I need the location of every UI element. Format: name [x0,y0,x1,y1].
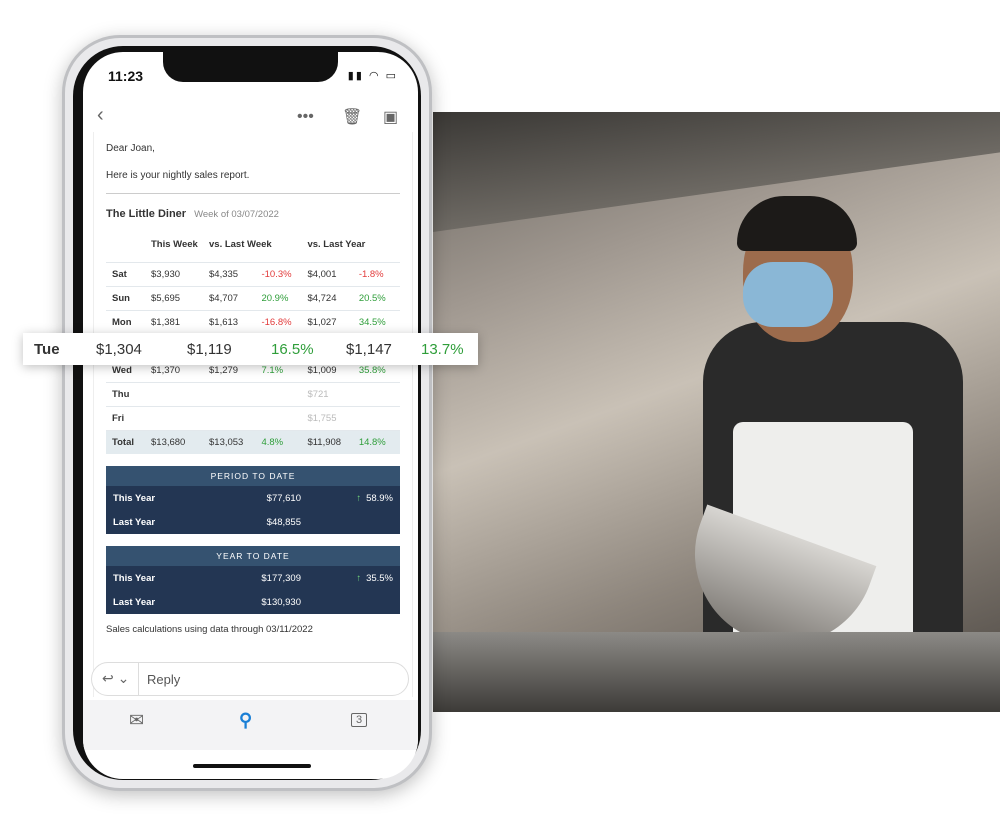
table-row: Sat $3,930 $4,335 -10.3% $4,001 -1.8% [106,261,400,286]
cell [151,381,209,406]
cell: Tue [34,340,60,358]
search-icon[interactable]: ⚲ [239,710,252,731]
back-chevron-icon[interactable]: ‹ [97,104,104,127]
cell: Sun [106,285,151,310]
cell: $1,381 [151,309,209,334]
cell: $3,930 [151,261,209,286]
cell: $721 [307,381,359,406]
reply-bar[interactable]: ↩ ⌄ Reply [91,662,409,696]
col-last-year: vs. Last Year [307,239,366,251]
trash-icon[interactable]: 🗑 [342,107,362,127]
report-title: The Little Diner Week of 03/07/2022 [106,208,400,220]
status-time: 11:23 [108,68,144,84]
cell: Mon [106,309,151,334]
bottom-tab-bar: ✉ ⚲ 3 [83,700,418,750]
email-body: Dear Joan, Here is your nightly sales re… [93,132,413,697]
cell [151,405,209,430]
phone-frame: 11:23 ▮▮ ◠ ▭ ‹ ••• 🗑 ▣ Dear Joan, Here i… [62,35,432,791]
change: 58.9% [366,492,393,504]
more-icon[interactable]: ••• [297,108,314,126]
cell: 20.9% [261,285,308,310]
cell: 16.5% [271,340,314,358]
signal-wifi-battery-icon: ▮▮ ◠ ▭ [347,70,398,82]
archive-icon[interactable]: ▣ [383,107,398,127]
cell: $4,724 [307,285,359,310]
reply-arrow-icon[interactable]: ↩ ⌄ [102,670,129,687]
cell [261,405,308,430]
total-row: Total $13,680 $13,053 4.8% $11,908 14.8% [106,429,400,454]
cell: $4,707 [209,285,262,310]
value: $177,309 [261,572,301,584]
cell: $13,680 [151,429,209,454]
value: $77,610 [266,492,301,504]
box-title: PERIOD TO DATE [106,466,400,486]
cell [358,381,400,406]
chef-photo [433,112,1000,712]
cell: $1,119 [187,340,232,358]
mail-toolbar: ‹ ••• 🗑 ▣ [83,102,418,132]
col-day [106,228,151,262]
cell: Sat [106,261,151,286]
table-row: Sun $5,695 $4,707 20.9% $4,724 20.5% [106,285,400,310]
week-label: Week of 03/07/2022 [194,209,279,220]
cell: $4,335 [209,261,262,286]
arrow-up-icon: ↑ [356,572,362,584]
label: This Year [113,492,156,504]
value: $48,855 [266,516,301,528]
cell: Fri [106,405,151,430]
notch [163,52,338,82]
phone-screen: 11:23 ▮▮ ◠ ▭ ‹ ••• 🗑 ▣ Dear Joan, Here i… [83,52,418,779]
year-to-date-box: YEAR TO DATE This Year $177,309 ↑ 35.5% Las… [106,546,400,614]
cell: $1,304 [96,340,142,358]
greeting: Dear Joan, [106,143,155,154]
cell: -16.8% [261,309,308,334]
calendar-icon[interactable]: 3 [351,713,368,727]
reply-button[interactable]: Reply [147,672,180,687]
divider [106,193,400,194]
cell: $1,755 [307,405,359,430]
cell: $5,695 [151,285,209,310]
intro: Here is your nightly sales report. [106,170,250,181]
cell [358,405,400,430]
label: Last Year [113,596,156,608]
value: $130,930 [261,596,301,608]
cell: 4.8% [261,429,308,454]
mail-icon[interactable]: ✉ [129,710,144,731]
table-row: Fri $1,755 [106,405,400,430]
label: Last Year [113,516,156,528]
kitchen-counter [433,632,1000,712]
cell: Total [106,429,151,454]
cell [209,381,262,406]
table-row: Thu $721 [106,381,400,406]
label: This Year [113,572,156,584]
arrow-up-icon: ↑ [356,492,362,504]
cell: $13,053 [209,429,262,454]
cell: -1.8% [358,261,400,286]
restaurant-name: The Little Diner [106,208,187,220]
col-last-week: vs. Last Week [209,239,272,251]
cell: -10.3% [261,261,308,286]
cell [261,381,308,406]
home-indicator[interactable] [193,764,311,768]
cell: $1,147 [346,340,392,358]
table-row: Mon $1,381 $1,613 -16.8% $1,027 34.5% [106,309,400,334]
cell: $11,908 [307,429,359,454]
cell: $1,613 [209,309,262,334]
period-to-date-box: PERIOD TO DATE This Year $77,610 ↑ 58.9% La… [106,466,400,534]
highlighted-row-tue: Tue $1,304 $1,119 16.5% $1,147 13.7% [23,333,478,365]
cell: 13.7% [421,340,464,358]
cell: 34.5% [358,309,400,334]
cell: 14.8% [358,429,400,454]
cell: Thu [106,381,151,406]
cell [209,405,262,430]
change: 35.5% [366,572,393,584]
cell: 20.5% [358,285,400,310]
col-this-week: This Week [151,239,198,251]
cell: $1,027 [307,309,359,334]
footer-note: Sales calculations using data through 03… [106,624,313,635]
box-title: YEAR TO DATE [106,546,400,566]
cell: $4,001 [307,261,359,286]
